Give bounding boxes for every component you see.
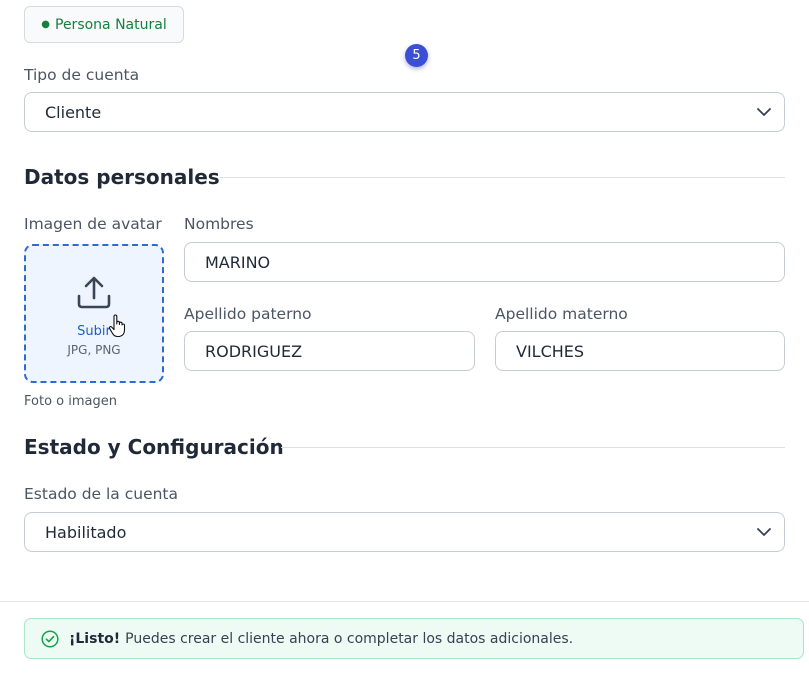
account-status-label: Estado de la cuenta [24, 485, 179, 503]
hand-pointer-icon [108, 314, 128, 338]
footer-divider [0, 601, 809, 602]
section-divider [281, 447, 785, 448]
maternal-surname-input[interactable]: VILCHES [495, 331, 785, 371]
persona-type-chip[interactable]: ● Persona Natural [24, 6, 184, 43]
maternal-surname-value: VILCHES [516, 341, 585, 361]
avatar-label: Imagen de avatar [24, 215, 162, 233]
personal-section-title: Datos personales [24, 165, 220, 189]
step-badge: 5 [405, 44, 428, 67]
check-circle-icon [41, 629, 59, 648]
account-type-label: Tipo de cuenta [24, 66, 140, 84]
account-form: ● Persona Natural 5 Tipo de cuenta Clien… [0, 0, 809, 673]
alert-text: Puedes crear el cliente ahora o completa… [125, 630, 574, 647]
chevron-down-icon [744, 93, 784, 131]
account-status-value: Habilitado [45, 522, 127, 542]
paternal-surname-value: RODRIGUEZ [205, 341, 303, 361]
upload-formats: JPG, PNG [67, 343, 121, 357]
upload-icon [76, 274, 112, 314]
status-section-title: Estado y Configuración [24, 435, 284, 459]
persona-type-label: Persona Natural [55, 16, 167, 33]
account-status-select[interactable]: Habilitado [24, 512, 785, 552]
chevron-down-icon [744, 513, 784, 551]
status-dot: ● [41, 19, 50, 30]
names-input[interactable]: MARINO [184, 242, 785, 282]
names-value: MARINO [205, 252, 271, 272]
account-type-select[interactable]: Cliente [24, 92, 785, 132]
maternal-surname-label: Apellido materno [495, 305, 628, 323]
avatar-helper-text: Foto o imagen [24, 394, 117, 409]
success-alert: ¡Listo! Puedes crear el cliente ahora o … [24, 618, 804, 659]
paternal-surname-input[interactable]: RODRIGUEZ [184, 331, 475, 371]
names-label: Nombres [184, 215, 254, 233]
avatar-upload-dropzone[interactable]: Subir JPG, PNG [24, 244, 164, 383]
alert-strong-text: ¡Listo! [69, 630, 121, 647]
upload-button-label: Subir [77, 324, 111, 339]
paternal-surname-label: Apellido paterno [184, 305, 312, 323]
account-type-value: Cliente [45, 102, 102, 122]
section-divider [220, 177, 785, 178]
